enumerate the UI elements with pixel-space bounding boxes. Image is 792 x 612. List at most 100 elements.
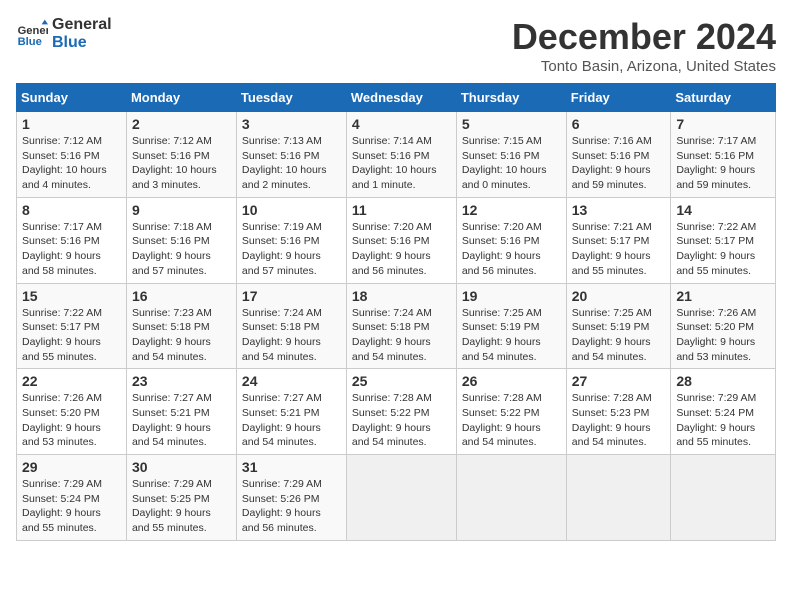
header-row: SundayMondayTuesdayWednesdayThursdayFrid…	[17, 84, 776, 112]
day-number: 20	[572, 288, 666, 304]
day-number: 21	[676, 288, 770, 304]
day-cell: 5 Sunrise: 7:15 AM Sunset: 5:16 PM Daylig…	[456, 112, 566, 198]
day-cell: 29Sunrise: 7:29 AM Sunset: 5:24 PM Dayli…	[17, 455, 127, 541]
day-info: Sunrise: 7:25 AM Sunset: 5:19 PM Dayligh…	[572, 306, 666, 365]
day-cell: 6Sunrise: 7:16 AM Sunset: 5:16 PM Daylig…	[566, 112, 671, 198]
week-row-5: 29Sunrise: 7:29 AM Sunset: 5:24 PM Dayli…	[17, 455, 776, 541]
svg-text:Blue: Blue	[18, 36, 42, 48]
day-info: Sunrise: 7:21 AM Sunset: 5:17 PM Dayligh…	[572, 220, 666, 279]
logo-blue: Blue	[52, 34, 112, 52]
day-number: 11	[352, 202, 451, 218]
day-number: 1	[22, 116, 121, 132]
day-cell: 23 Sunrise: 7:27 AM Sunset: 5:21 PM Dayli…	[126, 369, 236, 455]
day-number: 12	[462, 202, 561, 218]
day-number: 26	[462, 373, 561, 389]
day-number: 24	[242, 373, 341, 389]
day-info: Sunrise: 7:29 AM Sunset: 5:26 PM Dayligh…	[242, 477, 341, 536]
day-cell: 19 Sunrise: 7:25 AM Sunset: 5:19 PM Dayli…	[456, 283, 566, 369]
day-info: Sunrise: 7:26 AM Sunset: 5:20 PM Dayligh…	[22, 391, 121, 450]
day-cell: 14Sunrise: 7:22 AM Sunset: 5:17 PM Dayli…	[671, 197, 776, 283]
day-cell: 11 Sunrise: 7:20 AM Sunset: 5:16 PM Dayli…	[346, 197, 456, 283]
day-cell: 18 Sunrise: 7:24 AM Sunset: 5:18 PM Dayli…	[346, 283, 456, 369]
day-info: Sunrise: 7:17 AM Sunset: 5:16 PM Dayligh…	[22, 220, 121, 279]
day-info: Sunrise: 7:27 AM Sunset: 5:21 PM Dayligh…	[242, 391, 341, 450]
day-info: Sunrise: 7:23 AM Sunset: 5:18 PM Dayligh…	[132, 306, 231, 365]
header-wednesday: Wednesday	[346, 84, 456, 112]
day-cell: 20 Sunrise: 7:25 AM Sunset: 5:19 PM Dayli…	[566, 283, 671, 369]
day-number: 23	[132, 373, 231, 389]
day-info: Sunrise: 7:27 AM Sunset: 5:21 PM Dayligh…	[132, 391, 231, 450]
logo-icon: General Blue	[16, 18, 48, 50]
day-cell: 3 Sunrise: 7:13 AM Sunset: 5:16 PM Daylig…	[236, 112, 346, 198]
day-info: Sunrise: 7:28 AM Sunset: 5:22 PM Dayligh…	[352, 391, 451, 450]
day-cell: 30Sunrise: 7:29 AM Sunset: 5:25 PM Dayli…	[126, 455, 236, 541]
day-cell: 9 Sunrise: 7:18 AM Sunset: 5:16 PM Daylig…	[126, 197, 236, 283]
day-info: Sunrise: 7:29 AM Sunset: 5:24 PM Dayligh…	[676, 391, 770, 450]
title-area: December 2024 Tonto Basin, Arizona, Unit…	[512, 16, 776, 75]
day-cell: 16 Sunrise: 7:23 AM Sunset: 5:18 PM Dayli…	[126, 283, 236, 369]
day-cell	[566, 455, 671, 541]
day-cell: 15 Sunrise: 7:22 AM Sunset: 5:17 PM Dayli…	[17, 283, 127, 369]
day-cell: 26 Sunrise: 7:28 AM Sunset: 5:22 PM Dayli…	[456, 369, 566, 455]
day-cell: 1Sunrise: 7:12 AM Sunset: 5:16 PM Daylig…	[17, 112, 127, 198]
day-info: Sunrise: 7:18 AM Sunset: 5:16 PM Dayligh…	[132, 220, 231, 279]
day-cell: 17Sunrise: 7:24 AM Sunset: 5:18 PM Dayli…	[236, 283, 346, 369]
day-cell: 22 Sunrise: 7:26 AM Sunset: 5:20 PM Dayli…	[17, 369, 127, 455]
day-info: Sunrise: 7:25 AM Sunset: 5:19 PM Dayligh…	[462, 306, 561, 365]
week-row-4: 22 Sunrise: 7:26 AM Sunset: 5:20 PM Dayli…	[17, 369, 776, 455]
day-number: 6	[572, 116, 666, 132]
day-number: 22	[22, 373, 121, 389]
day-number: 30	[132, 459, 231, 475]
day-number: 28	[676, 373, 770, 389]
header-saturday: Saturday	[671, 84, 776, 112]
day-cell: 2Sunrise: 7:12 AM Sunset: 5:16 PM Daylig…	[126, 112, 236, 198]
page-header: General Blue General Blue December 2024 …	[16, 16, 776, 75]
day-info: Sunrise: 7:29 AM Sunset: 5:24 PM Dayligh…	[22, 477, 121, 536]
day-info: Sunrise: 7:17 AM Sunset: 5:16 PM Dayligh…	[676, 134, 770, 193]
day-number: 7	[676, 116, 770, 132]
header-monday: Monday	[126, 84, 236, 112]
day-cell: 7 Sunrise: 7:17 AM Sunset: 5:16 PM Daylig…	[671, 112, 776, 198]
day-info: Sunrise: 7:28 AM Sunset: 5:22 PM Dayligh…	[462, 391, 561, 450]
day-number: 13	[572, 202, 666, 218]
day-cell: 12 Sunrise: 7:20 AM Sunset: 5:16 PM Dayli…	[456, 197, 566, 283]
day-info: Sunrise: 7:20 AM Sunset: 5:16 PM Dayligh…	[462, 220, 561, 279]
day-cell: 31Sunrise: 7:29 AM Sunset: 5:26 PM Dayli…	[236, 455, 346, 541]
day-number: 10	[242, 202, 341, 218]
month-title: December 2024	[512, 16, 776, 58]
header-thursday: Thursday	[456, 84, 566, 112]
day-cell: 27 Sunrise: 7:28 AM Sunset: 5:23 PM Dayli…	[566, 369, 671, 455]
svg-text:General: General	[18, 25, 48, 37]
day-info: Sunrise: 7:28 AM Sunset: 5:23 PM Dayligh…	[572, 391, 666, 450]
day-number: 15	[22, 288, 121, 304]
day-number: 27	[572, 373, 666, 389]
day-info: Sunrise: 7:19 AM Sunset: 5:16 PM Dayligh…	[242, 220, 341, 279]
day-info: Sunrise: 7:14 AM Sunset: 5:16 PM Dayligh…	[352, 134, 451, 193]
day-info: Sunrise: 7:20 AM Sunset: 5:16 PM Dayligh…	[352, 220, 451, 279]
day-number: 19	[462, 288, 561, 304]
day-cell: 28 Sunrise: 7:29 AM Sunset: 5:24 PM Dayli…	[671, 369, 776, 455]
logo: General Blue General Blue	[16, 16, 112, 52]
day-number: 25	[352, 373, 451, 389]
day-number: 18	[352, 288, 451, 304]
day-number: 5	[462, 116, 561, 132]
day-info: Sunrise: 7:22 AM Sunset: 5:17 PM Dayligh…	[22, 306, 121, 365]
day-number: 9	[132, 202, 231, 218]
day-number: 14	[676, 202, 770, 218]
day-cell: 24 Sunrise: 7:27 AM Sunset: 5:21 PM Dayli…	[236, 369, 346, 455]
day-cell: 8Sunrise: 7:17 AM Sunset: 5:16 PM Daylig…	[17, 197, 127, 283]
header-friday: Friday	[566, 84, 671, 112]
day-number: 16	[132, 288, 231, 304]
day-info: Sunrise: 7:24 AM Sunset: 5:18 PM Dayligh…	[242, 306, 341, 365]
week-row-2: 8Sunrise: 7:17 AM Sunset: 5:16 PM Daylig…	[17, 197, 776, 283]
day-info: Sunrise: 7:24 AM Sunset: 5:18 PM Dayligh…	[352, 306, 451, 365]
day-cell: 4Sunrise: 7:14 AM Sunset: 5:16 PM Daylig…	[346, 112, 456, 198]
day-cell	[346, 455, 456, 541]
day-cell	[456, 455, 566, 541]
week-row-3: 15 Sunrise: 7:22 AM Sunset: 5:17 PM Dayli…	[17, 283, 776, 369]
day-number: 3	[242, 116, 341, 132]
day-cell: 13 Sunrise: 7:21 AM Sunset: 5:17 PM Dayli…	[566, 197, 671, 283]
day-info: Sunrise: 7:15 AM Sunset: 5:16 PM Dayligh…	[462, 134, 561, 193]
header-tuesday: Tuesday	[236, 84, 346, 112]
day-info: Sunrise: 7:13 AM Sunset: 5:16 PM Dayligh…	[242, 134, 341, 193]
